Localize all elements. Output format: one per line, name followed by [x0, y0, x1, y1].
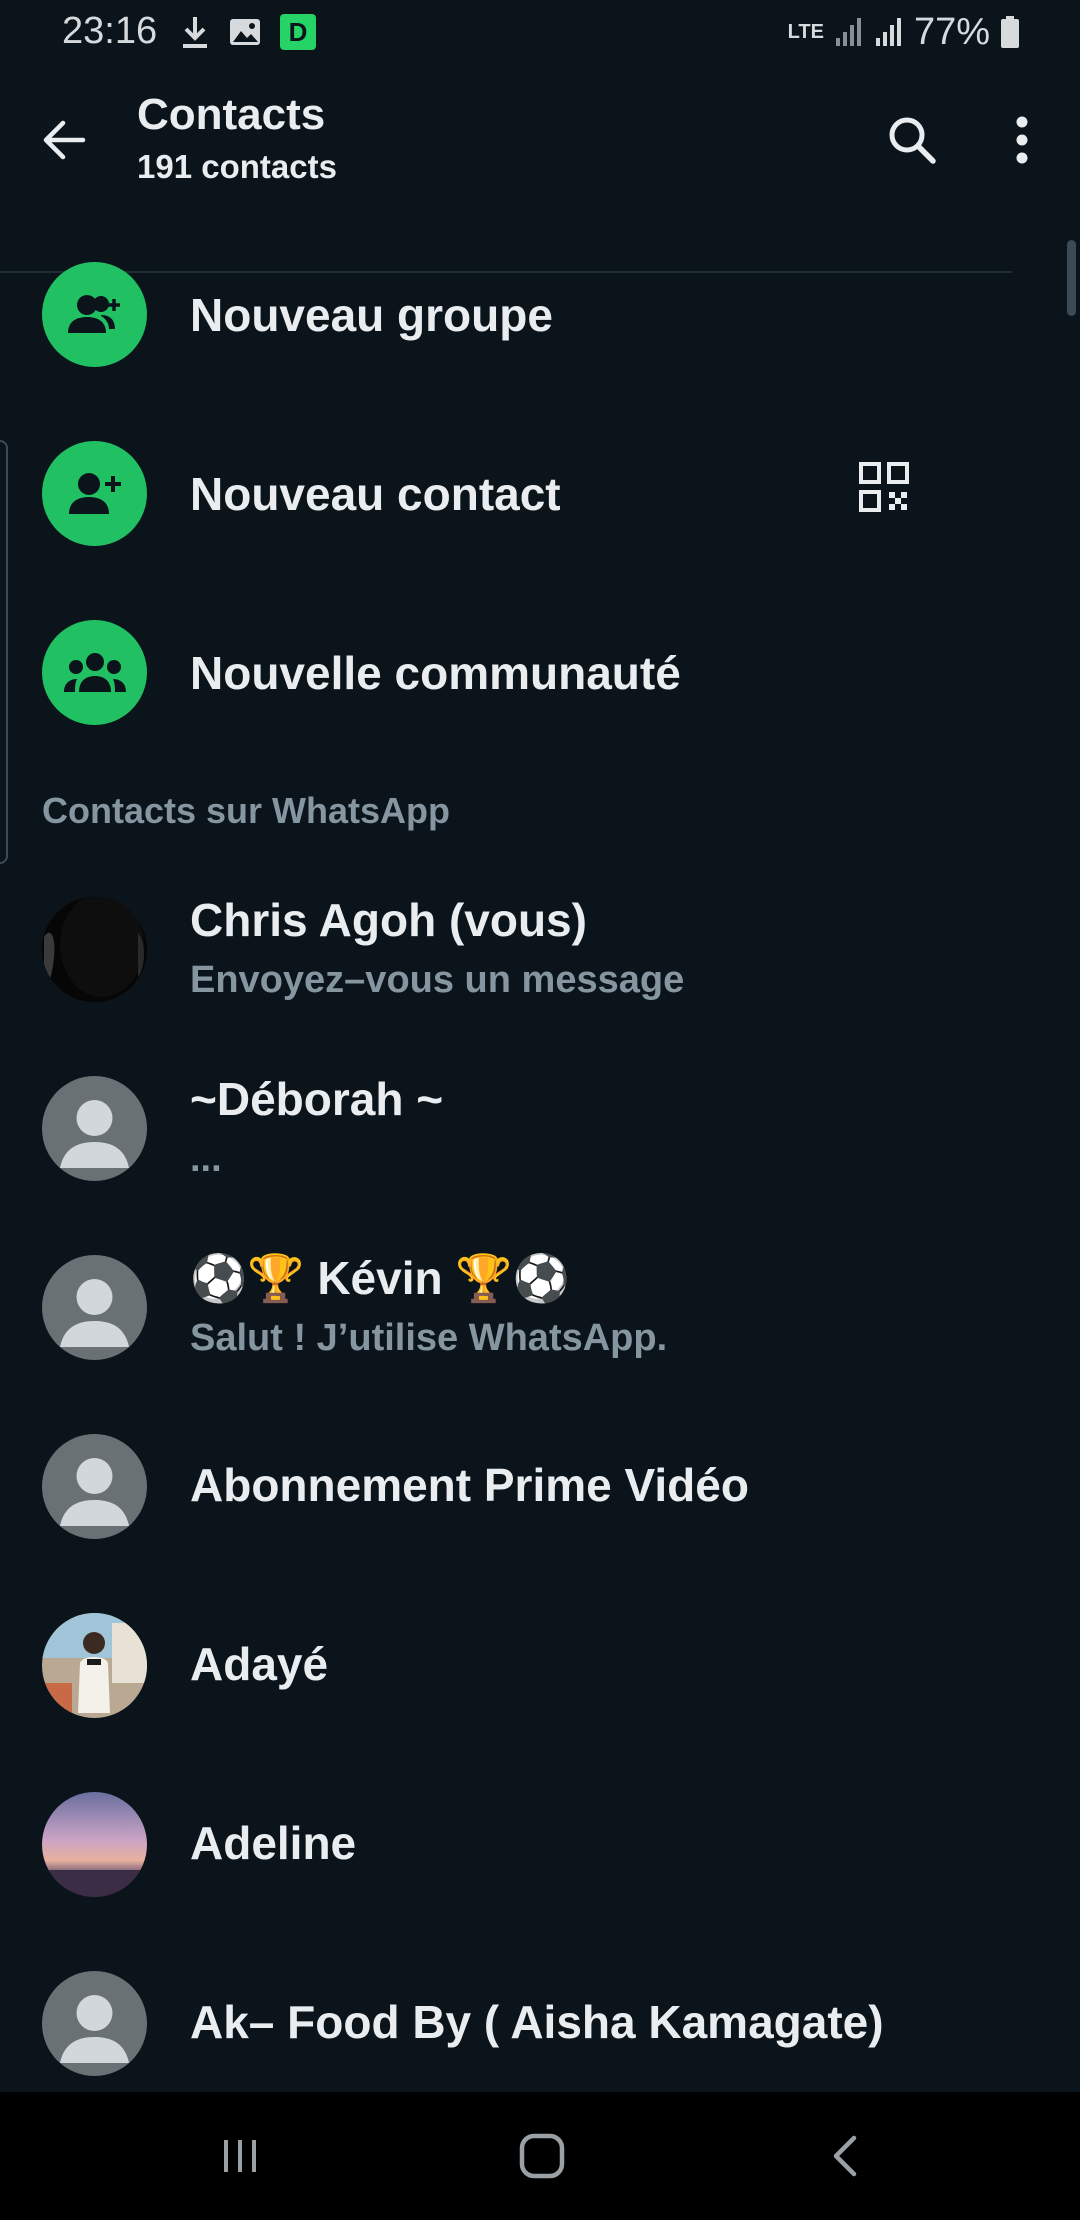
system-status-icons: LTE 77%	[788, 10, 1020, 54]
qr-code-icon	[859, 462, 909, 512]
more-options-button[interactable]	[982, 100, 1062, 180]
new-group-label: Nouveau groupe	[190, 289, 553, 341]
contact-name: Adeline	[190, 1817, 357, 1869]
contact-row[interactable]: Ak– Food By ( Aisha Kamagate)	[0, 1933, 1080, 2111]
back-nav-button[interactable]	[795, 2116, 895, 2196]
page-title: Contacts	[137, 90, 326, 139]
add-person-icon	[42, 441, 147, 546]
search-icon	[889, 117, 936, 164]
contact-count: 191 contacts	[137, 148, 337, 185]
more-vert-icon	[1016, 116, 1028, 164]
d-app-icon: D	[280, 14, 316, 50]
contact-row[interactable]: Adeline	[0, 1754, 1080, 1932]
qr-code-button[interactable]	[848, 451, 920, 523]
default-avatar-icon	[42, 1434, 147, 1539]
download-icon	[183, 17, 207, 48]
contact-row[interactable]: ⚽🏆 Kévin 🏆⚽ Salut ! J’utilise WhatsApp.	[0, 1217, 1080, 1395]
contact-row[interactable]: Chris Agoh (vous) Envoyez–vous un messag…	[0, 859, 1080, 1037]
default-avatar-icon	[42, 1971, 147, 2076]
status-bar: 23:16 D LTE 77%	[0, 0, 1080, 64]
contact-name: ~Déborah ~	[190, 1073, 444, 1125]
recent-apps-icon	[224, 2140, 256, 2172]
scrollbar-thumb[interactable]	[1067, 240, 1076, 316]
contact-status: ...	[190, 1138, 222, 1180]
app-bar: Contacts 191 contacts	[0, 64, 1080, 273]
new-contact-label: Nouveau contact	[190, 468, 561, 520]
default-avatar-icon	[42, 1076, 147, 1181]
avatar	[42, 1613, 147, 1718]
contacts-screen: 23:16 D LTE 77% Contacts 191 contacts No…	[0, 0, 1080, 2220]
community-icon	[42, 620, 147, 725]
section-header: Contacts sur WhatsApp	[42, 790, 451, 831]
battery-level: 77%	[913, 10, 990, 53]
new-community-label: Nouvelle communauté	[190, 647, 681, 699]
new-community-row[interactable]: Nouvelle communauté	[0, 584, 1080, 762]
notification-icons: D	[180, 14, 316, 50]
recent-apps-button[interactable]	[190, 2116, 290, 2196]
contact-name: Adayé	[190, 1638, 329, 1690]
battery-icon	[1001, 16, 1019, 48]
contact-row[interactable]: Adayé	[0, 1575, 1080, 1753]
system-navigation-bar	[0, 2092, 1080, 2220]
new-contact-row[interactable]: Nouveau contact	[0, 405, 1080, 583]
network-type: LTE	[787, 21, 824, 43]
arrow-back-icon	[43, 120, 86, 160]
avatar	[42, 1792, 147, 1897]
back-button[interactable]	[28, 104, 100, 176]
contact-name: Ak– Food By ( Aisha Kamagate)	[190, 1996, 884, 2048]
new-group-row[interactable]: Nouveau groupe	[0, 226, 1080, 404]
image-icon	[230, 19, 260, 45]
contact-name: Abonnement Prime Vidéo	[190, 1459, 749, 1511]
add-group-icon	[42, 262, 147, 367]
back-nav-icon	[833, 2135, 857, 2177]
contact-name: ⚽🏆 Kévin 🏆⚽	[190, 1252, 570, 1304]
home-button[interactable]	[492, 2116, 592, 2196]
signal-icon	[835, 18, 861, 46]
avatar	[42, 897, 147, 1002]
contact-status: Envoyez–vous un message	[190, 959, 685, 1001]
edge-panel-handle[interactable]	[0, 440, 8, 864]
default-avatar-icon	[42, 1255, 147, 1360]
contact-row[interactable]: Abonnement Prime Vidéo	[0, 1396, 1080, 1574]
signal-icon	[875, 18, 901, 46]
contact-name: Chris Agoh (vous)	[190, 894, 587, 946]
search-button[interactable]	[872, 100, 952, 180]
contact-row[interactable]: ~Déborah ~ ...	[0, 1038, 1080, 1216]
status-time: 23:16	[62, 10, 158, 52]
contact-status: Salut ! J’utilise WhatsApp.	[190, 1317, 668, 1359]
home-icon	[519, 2133, 565, 2179]
